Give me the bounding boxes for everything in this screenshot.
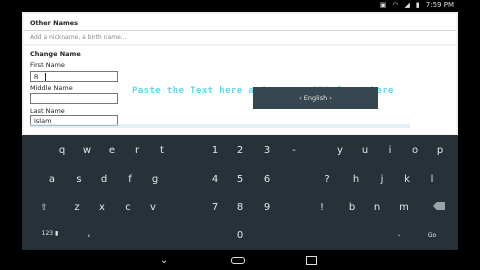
key-v[interactable]: v [142, 199, 164, 217]
left-pillarbox [0, 0, 22, 270]
key-i[interactable]: i [379, 142, 401, 160]
key-3[interactable]: 3 [256, 142, 278, 160]
key-0[interactable]: 0 [229, 227, 251, 245]
key-b[interactable]: b [341, 199, 363, 217]
key-f[interactable]: f [119, 171, 141, 189]
key-p[interactable]: p [429, 142, 451, 160]
key-z[interactable]: z [66, 199, 88, 217]
divider [24, 30, 456, 31]
key-c[interactable]: c [117, 199, 139, 217]
first-name-label: First Name [30, 61, 65, 69]
key-d[interactable]: d [93, 171, 115, 189]
key-symbols-mode[interactable]: 123 ▮ [38, 225, 62, 243]
middle-name-field[interactable] [30, 93, 118, 104]
mic-icon: ▮ [55, 230, 59, 237]
right-pillarbox [458, 0, 480, 270]
key-7[interactable]: 7 [204, 199, 226, 217]
space-bar[interactable]: ‹ English › [253, 87, 378, 109]
key-a[interactable]: a [41, 171, 63, 189]
change-name-section: Change Name First Name R Middle Name Las… [24, 46, 456, 134]
edit-profile-form: Other Names Add a nickname, a birth name… [22, 12, 458, 135]
status-time: 7:59 PM [425, 1, 454, 9]
scrolled-content-hint [30, 124, 410, 128]
usb-icon: ▣ [379, 1, 387, 9]
key-u[interactable]: u [354, 142, 376, 160]
first-name-field[interactable]: R [30, 71, 118, 82]
key-2[interactable]: 2 [229, 142, 251, 160]
key-r[interactable]: r [126, 142, 148, 160]
signal-icon: ◢ [404, 1, 410, 9]
key-q[interactable]: q [51, 142, 73, 160]
key-e[interactable]: e [101, 142, 123, 160]
key-o[interactable]: o [404, 142, 426, 160]
key-h[interactable]: h [345, 171, 367, 189]
key-5[interactable]: 5 [229, 171, 251, 189]
key-1[interactable]: 1 [204, 142, 226, 160]
key-8[interactable]: 8 [229, 199, 251, 217]
key-comma[interactable]: , [78, 225, 100, 243]
text-cursor [44, 73, 46, 81]
back-icon[interactable]: ⌄ [160, 255, 168, 266]
key-minus[interactable]: - [283, 142, 305, 160]
key-period[interactable]: . [388, 225, 410, 243]
key-g[interactable]: g [144, 171, 166, 189]
last-name-label: Last Name [30, 107, 65, 115]
other-names-section: Other Names Add a nickname, a birth name… [24, 14, 456, 44]
home-icon[interactable] [231, 257, 245, 264]
key-l[interactable]: l [421, 171, 443, 189]
device-frame: ▣ ◠ ◢ ▮ 7:59 PM Other Names Add a nickna… [0, 0, 480, 270]
key-x[interactable]: x [91, 199, 113, 217]
battery-icon: ▮ [415, 1, 420, 9]
shift-icon[interactable]: ⇧ [33, 199, 55, 217]
key-question[interactable]: ? [316, 171, 338, 189]
recent-apps-icon[interactable] [306, 256, 317, 265]
key-m[interactable]: m [393, 199, 415, 217]
status-icons: ▣ ◠ ◢ ▮ 7:59 PM [380, 1, 454, 9]
key-k[interactable]: k [396, 171, 418, 189]
key-4[interactable]: 4 [204, 171, 226, 189]
key-j[interactable]: j [371, 171, 393, 189]
wifi-icon: ◠ [392, 1, 399, 9]
other-names-title: Other Names [30, 19, 79, 27]
change-name-title: Change Name [30, 50, 81, 58]
key-6[interactable]: 6 [256, 171, 278, 189]
key-y[interactable]: y [329, 142, 351, 160]
middle-name-label: Middle Name [30, 84, 73, 92]
go-key[interactable]: Go [421, 227, 443, 245]
key-9[interactable]: 9 [256, 199, 278, 217]
status-bar: ▣ ◠ ◢ ▮ 7:59 PM [22, 0, 458, 12]
key-exclaim[interactable]: ! [311, 199, 333, 217]
nickname-input[interactable]: Add a nickname, a birth name... [30, 34, 127, 41]
key-w[interactable]: w [76, 142, 98, 160]
key-s[interactable]: s [68, 171, 90, 189]
key-t[interactable]: t [151, 142, 173, 160]
key-n[interactable]: n [366, 199, 388, 217]
